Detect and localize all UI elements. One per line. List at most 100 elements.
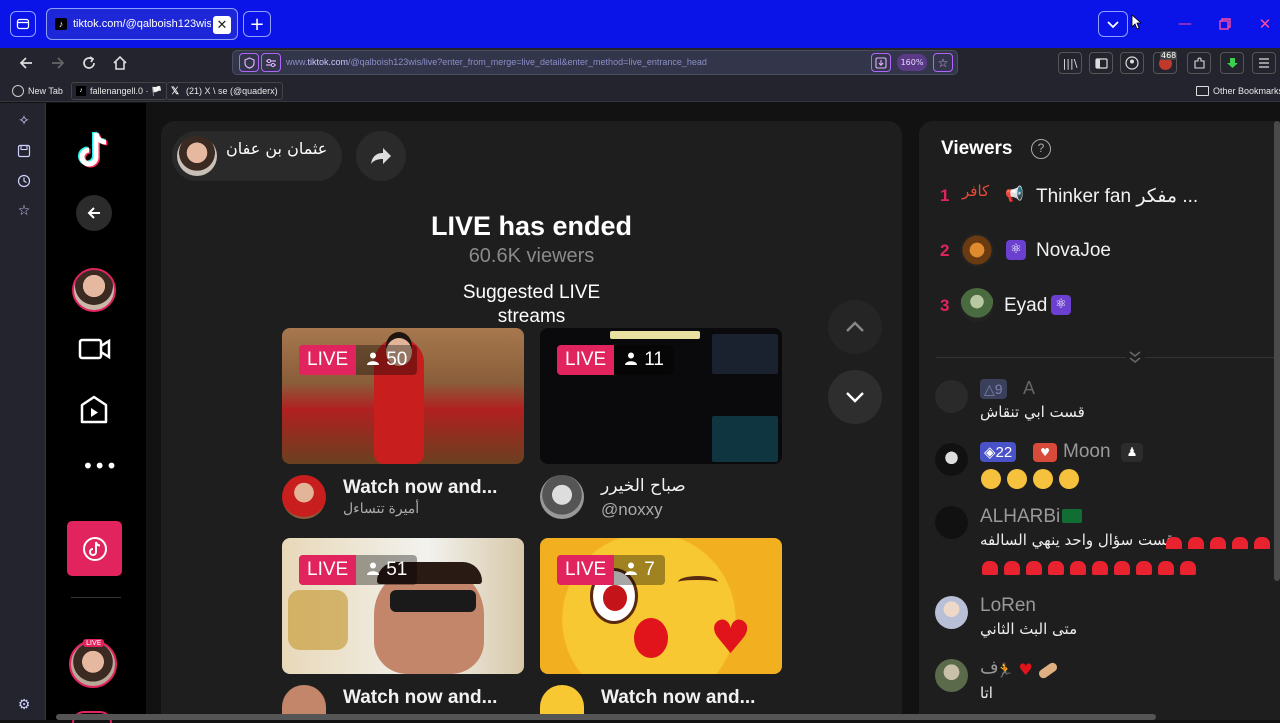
download-page-icon[interactable] (871, 53, 891, 72)
commenter-avatar[interactable] (935, 506, 968, 539)
save-icon[interactable] (12, 139, 36, 163)
page-horizontal-scrollbar[interactable] (56, 714, 1156, 720)
flag-eagle (288, 590, 348, 650)
commenter-name[interactable]: LoRen (980, 595, 1036, 617)
tiktok-app-button[interactable] (67, 521, 122, 576)
tiktok-logo-icon[interactable] (74, 129, 114, 171)
permissions-icon[interactable] (261, 53, 281, 72)
forward-icon[interactable] (46, 52, 70, 74)
extensions-puzzle-icon[interactable] (1187, 52, 1211, 74)
divider (71, 597, 121, 598)
game-feed-overlay (712, 416, 778, 462)
ai-sparkle-icon[interactable]: ✧ (12, 109, 36, 133)
commenter-avatar[interactable] (935, 659, 968, 692)
commenter-name[interactable]: Moon (1063, 441, 1111, 463)
menu-icon[interactable] (1252, 52, 1276, 74)
streamer-avatar[interactable] (282, 475, 326, 519)
reload-icon[interactable] (77, 52, 101, 74)
stream-title[interactable]: Watch now and... (343, 687, 497, 709)
heart-icon: ♥ (710, 610, 752, 664)
url-text[interactable]: www.tiktok.com/@qalboish123wis/live?ente… (286, 57, 707, 67)
commenter-name[interactable]: A (1023, 378, 1035, 399)
tab-close-icon[interactable]: ✕ (213, 16, 231, 34)
profile-avatar[interactable] (72, 268, 116, 312)
tiktok-favicon-icon: ♪ (76, 86, 86, 96)
account-icon[interactable] (1120, 52, 1144, 74)
extension-ublock-icon[interactable]: 468 (1153, 51, 1178, 74)
host-avatar[interactable] (177, 136, 217, 176)
bookmark-x[interactable]: 𝕏 (21) X \ se (@quaderx) (166, 82, 283, 100)
collapse-double-chevron-icon[interactable] (1127, 349, 1143, 365)
library-icon[interactable]: |||\ (1058, 52, 1082, 74)
stream-title[interactable]: Watch now and... (343, 477, 497, 499)
suggested-heading-line1: Suggested LIVE (462, 282, 601, 303)
back-icon[interactable] (14, 52, 38, 74)
back-arrow-button[interactable] (76, 195, 112, 231)
viewer-name[interactable]: NovaJoe (1036, 240, 1111, 262)
tab-tiktok[interactable]: ♪ tiktok.com/@qalboish123wis/live?enter … (46, 8, 238, 40)
bookmark-new-tab[interactable]: New Tab (12, 82, 63, 100)
tab-overflow-chevron-icon[interactable] (1098, 11, 1128, 37)
stream-card-thumbnail[interactable]: LIVE 11 (540, 328, 782, 464)
more-dots-icon[interactable]: ••• (82, 456, 117, 476)
new-tab-button[interactable]: + (243, 11, 271, 37)
tab-list-icon[interactable] (10, 11, 36, 37)
bookmark-other[interactable]: Other Bookmarks (1196, 82, 1280, 100)
stream-card-thumbnail[interactable]: ♥ LIVE 7 (540, 538, 782, 674)
streamer-name[interactable]: @noxxy (601, 500, 663, 520)
viewers-panel (919, 121, 1280, 720)
comments-scrollbar[interactable] (1274, 121, 1280, 581)
stream-card-thumbnail[interactable]: LIVE 51 (282, 538, 524, 674)
person-icon (366, 559, 380, 581)
live-badge: LIVE 51 (299, 555, 418, 585)
commenter-avatar[interactable] (935, 596, 968, 629)
restore-icon[interactable] (1212, 12, 1238, 36)
share-button[interactable] (356, 131, 406, 181)
settings-gear-icon[interactable]: ⚙ (12, 693, 36, 717)
mouse-cursor-icon (1130, 14, 1142, 30)
runner-icon: 🏃 (996, 663, 1014, 679)
bookmark-tiktok[interactable]: ♪ fallenangell.0 · 🏳️ (71, 82, 168, 100)
bookmark-star-icon[interactable]: ☆ (933, 53, 953, 72)
viewer-name[interactable]: Eyad (1004, 295, 1047, 317)
url-bar[interactable]: www.tiktok.com/@qalboish123wis/live?ente… (232, 50, 958, 75)
home-icon[interactable] (108, 52, 132, 74)
viewer-rank: 3 (940, 296, 950, 315)
viewers-title: Viewers (941, 138, 1013, 159)
viewer-avatar[interactable] (960, 233, 994, 267)
bookmarks-star-icon[interactable]: ☆ (12, 199, 36, 223)
comment-badges: 🏃 ♥ (996, 660, 1059, 680)
sunglasses (390, 590, 476, 612)
commenter-avatar[interactable] (935, 443, 968, 476)
zoom-level[interactable]: 160% (897, 54, 927, 71)
download-arrow-icon[interactable] (1220, 52, 1244, 74)
close-window-icon[interactable]: ✕ (1252, 12, 1278, 36)
history-clock-icon[interactable] (12, 169, 36, 193)
moderator-icon: ♟ (1121, 443, 1143, 462)
commenter-name[interactable]: ALHARBi (980, 506, 1060, 528)
viewer-avatar[interactable] (960, 288, 994, 322)
minimize-icon[interactable]: — (1172, 12, 1198, 36)
streamer-avatar[interactable] (540, 475, 584, 519)
suggested-heading-line2: streams (497, 306, 566, 327)
scroll-down-button[interactable] (828, 370, 882, 424)
fan-badge-icon: ♥ (1033, 443, 1057, 462)
sidebar-toggle-icon[interactable] (1089, 52, 1113, 74)
commenter-avatar[interactable] (935, 380, 968, 413)
host-name[interactable]: عثمان بن عفان (226, 139, 327, 158)
help-question-icon[interactable]: ? (1031, 139, 1051, 159)
live-following-avatar[interactable]: LIVE (69, 639, 117, 688)
stream-title[interactable]: Watch now and... (601, 687, 755, 709)
stream-title[interactable]: صباح الخيرر (601, 476, 686, 496)
explore-play-icon[interactable] (79, 395, 109, 425)
viewer-rank: 1 (940, 186, 950, 205)
video-camera-icon[interactable] (78, 336, 112, 362)
stream-card-thumbnail[interactable]: LIVE 50 (282, 328, 524, 464)
shield-icon[interactable] (239, 53, 259, 72)
streamer-name[interactable]: أميرة تتساءل (343, 500, 419, 517)
tiktok-sidebar: ••• LIVE (46, 103, 146, 723)
viewer-name[interactable]: Thinker fan مفكر ... (1036, 185, 1198, 208)
scroll-up-button[interactable] (828, 300, 882, 354)
laughing-emoji-icon (1007, 468, 1027, 489)
host-pill[interactable]: عثمان بن عفان (172, 131, 342, 181)
